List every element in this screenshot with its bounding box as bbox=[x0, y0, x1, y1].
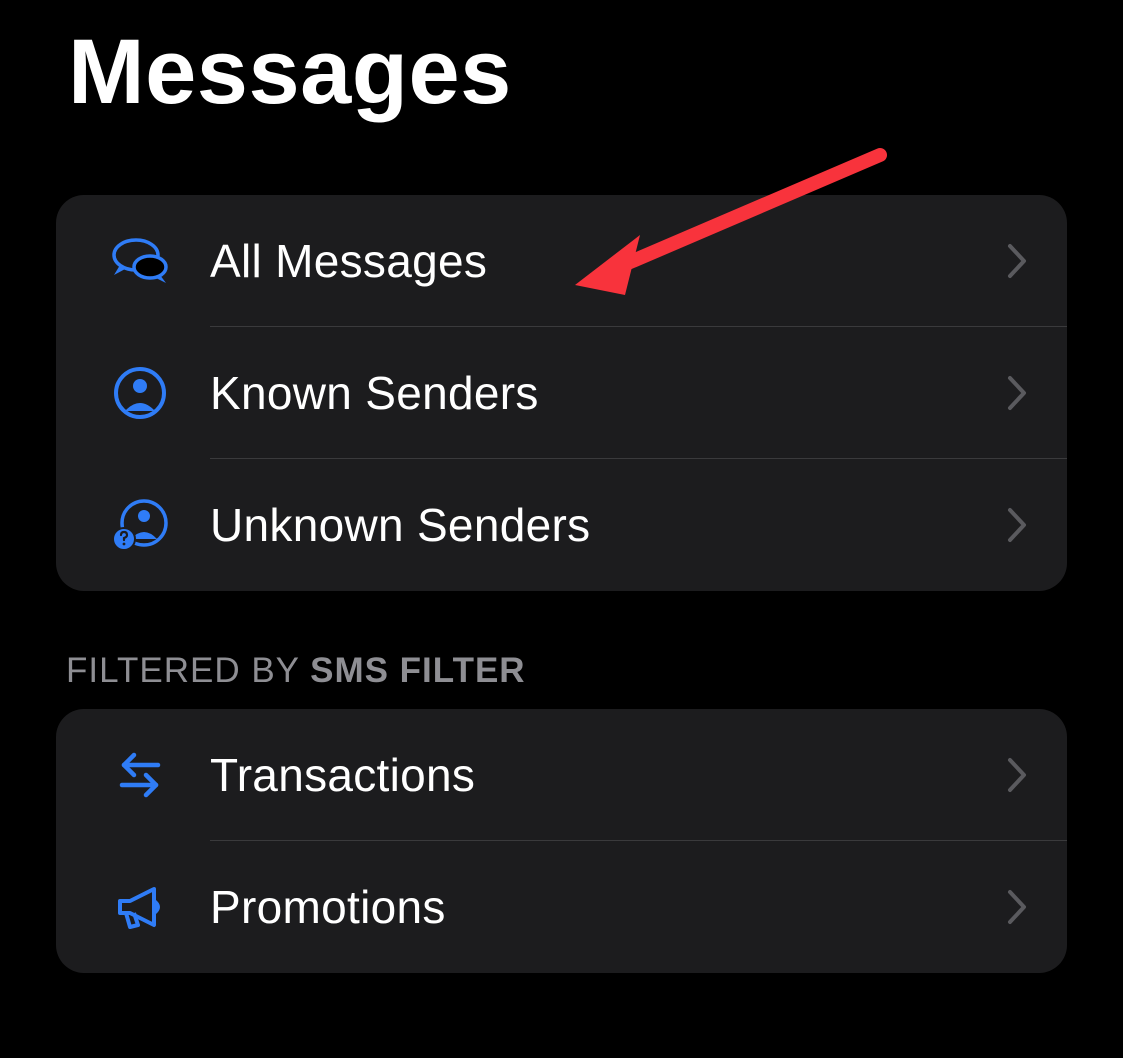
person-question-icon bbox=[90, 495, 190, 555]
section-header-bold: SMS Filter bbox=[310, 651, 525, 690]
section-header-prefix: Filtered by bbox=[66, 651, 310, 690]
chevron-right-icon bbox=[999, 507, 1035, 543]
person-circle-icon bbox=[90, 363, 190, 423]
chevron-right-icon bbox=[999, 243, 1035, 279]
list-item-label: Unknown Senders bbox=[190, 498, 999, 552]
arrows-swap-icon bbox=[90, 745, 190, 805]
section-group-main: All Messages Known Senders bbox=[56, 195, 1067, 591]
list-item-label: Known Senders bbox=[190, 366, 999, 420]
section-header-filtered: Filtered by SMS Filter bbox=[0, 651, 1123, 709]
list-item-label: Promotions bbox=[190, 880, 999, 934]
list-item-known-senders[interactable]: Known Senders bbox=[56, 327, 1067, 459]
list-item-transactions[interactable]: Transactions bbox=[56, 709, 1067, 841]
list-item-unknown-senders[interactable]: Unknown Senders bbox=[56, 459, 1067, 591]
chevron-right-icon bbox=[999, 757, 1035, 793]
list-item-label: Transactions bbox=[190, 748, 999, 802]
list-item-label: All Messages bbox=[190, 234, 999, 288]
chevron-right-icon bbox=[999, 889, 1035, 925]
chat-bubbles-icon bbox=[90, 231, 190, 291]
megaphone-icon bbox=[90, 877, 190, 937]
list-item-promotions[interactable]: Promotions bbox=[56, 841, 1067, 973]
page-title: Messages bbox=[0, 0, 1123, 125]
section-group-filtered: Transactions Promotions bbox=[56, 709, 1067, 973]
list-item-all-messages[interactable]: All Messages bbox=[56, 195, 1067, 327]
chevron-right-icon bbox=[999, 375, 1035, 411]
